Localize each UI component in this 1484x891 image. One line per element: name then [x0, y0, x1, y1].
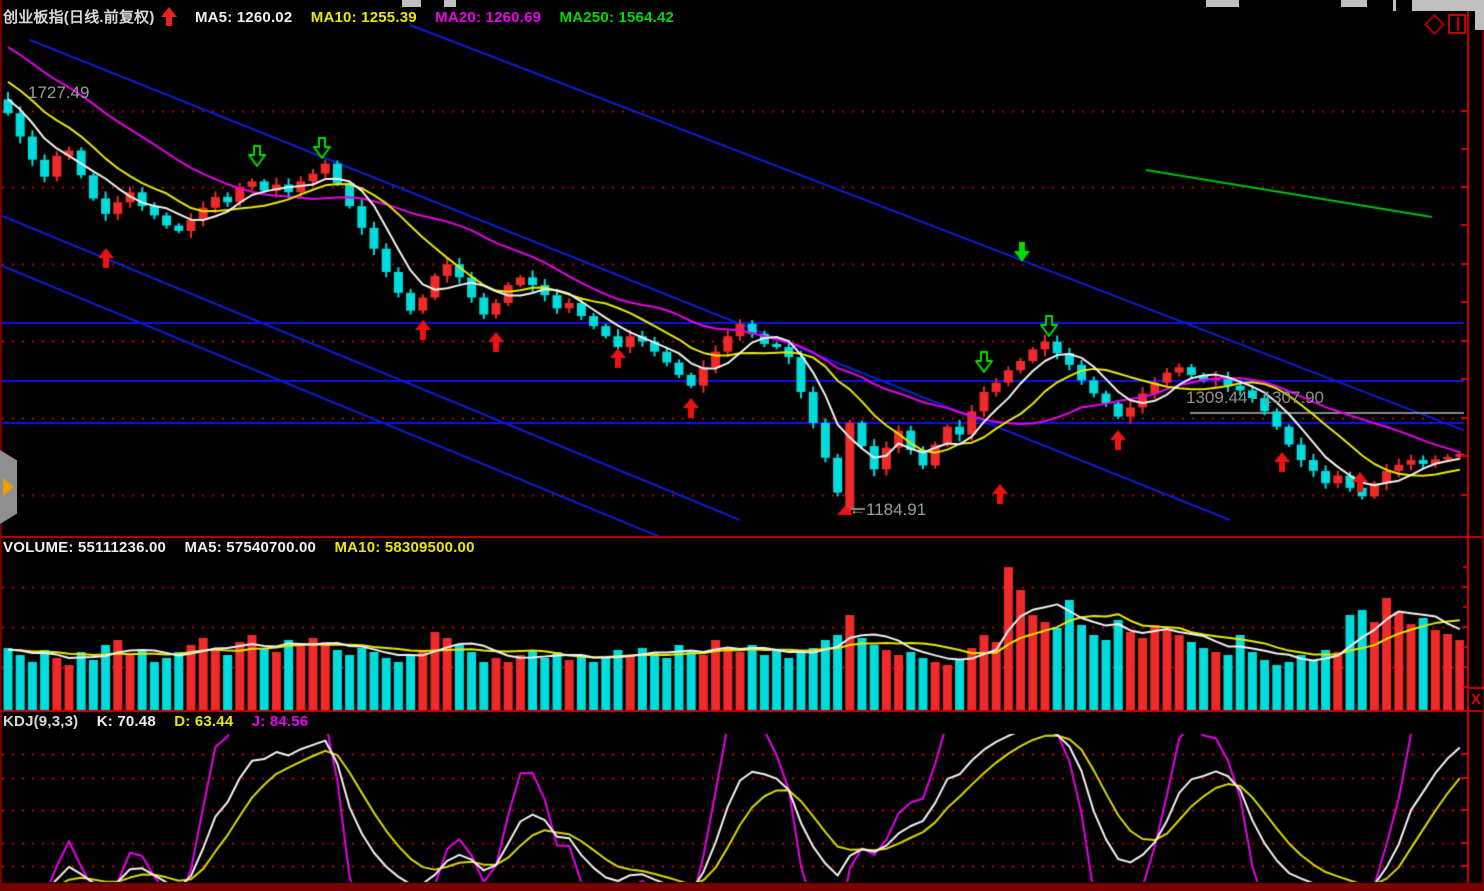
window-fragment-notch [1396, 0, 1412, 11]
kdj-k-value: K: 70.48 [97, 713, 156, 730]
stock-chart-window: 创业板指(日线.前复权) MA5: 1260.02 MA10: 1255.39 … [0, 0, 1484, 891]
ma250-value: MA250: 1564.42 [560, 9, 675, 26]
volume-ma5-value: MA5: 57540700.00 [184, 539, 316, 556]
restore-window-icon[interactable] [1448, 14, 1466, 34]
window-fragment [1206, 0, 1239, 7]
main-chart-legend: 创业板指(日线.前复权) MA5: 1260.02 MA10: 1255.39 … [3, 6, 688, 27]
kdj-legend: KDJ(9,3,3) K: 70.48 D: 63.44 J: 84.56 [3, 713, 322, 730]
low-price-label: ←1184.91 [849, 500, 926, 520]
ma5-value: MA5: 1260.02 [195, 9, 292, 26]
volume-ma10-value: MA10: 58309500.00 [334, 539, 474, 556]
sidebar-expand-tab[interactable] [0, 450, 17, 524]
volume-value: VOLUME: 55111236.00 [3, 539, 166, 556]
kdj-title: KDJ(9,3,3) [3, 713, 78, 730]
window-fragment [1341, 0, 1367, 7]
instrument-title: 创业板指(日线.前复权) [3, 9, 155, 26]
ma20-value: MA20: 1260.69 [435, 9, 541, 26]
volume-legend: VOLUME: 55111236.00 MA5: 57540700.00 MA1… [3, 539, 489, 556]
close-indicator-button[interactable]: X [1469, 690, 1483, 710]
up-arrow-icon [161, 7, 177, 26]
chart-canvas[interactable] [0, 0, 1484, 891]
expand-arrow-icon [3, 478, 14, 496]
gap-range-label: 1309.44 - 1307.90 [1186, 388, 1324, 408]
ma10-value: MA10: 1255.39 [311, 9, 417, 26]
kdj-j-value: J: 84.56 [252, 713, 309, 730]
high-price-label: 1727.49 [28, 83, 89, 103]
kdj-d-value: D: 63.44 [174, 713, 233, 730]
window-fragment [1475, 0, 1484, 30]
